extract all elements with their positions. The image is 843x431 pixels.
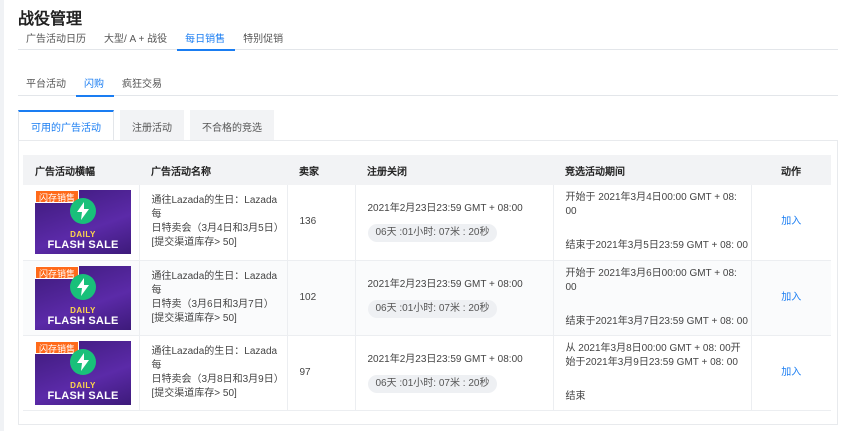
header-sellers: 卖家 xyxy=(287,155,355,185)
campaign-table: 广告活动横幅 广告活动名称 卖家 注册关闭 竞选活动期间 动作 闪存销售 DAI… xyxy=(23,155,831,411)
sub-tab-bar: 平台活动 闪购 疯狂交易 xyxy=(18,70,838,97)
flash-sale-banner: 闪存销售 DAILY FLASH SALE xyxy=(35,190,131,255)
registration-close-time: 2021年2月23日23:59 GMT + 08:00 xyxy=(367,353,523,365)
tab-flash-sale[interactable]: 闪购 xyxy=(76,70,114,97)
tab-registered-campaigns[interactable]: 注册活动 xyxy=(120,110,184,140)
campaign-period-cell: 从 2021年3月8日00:00 GMT + 08: 00开 始于2021年3月… xyxy=(553,335,752,411)
campaign-name-line: 日特卖（3月6日和3月7日） xyxy=(151,298,274,310)
header-registration-close: 注册关闭 xyxy=(355,155,553,185)
header-action: 动作 xyxy=(751,155,831,185)
campaign-name-line: 通往Lazada的生日：Lazada每 xyxy=(151,195,278,221)
flash-sale-banner: 闪存销售 DAILY FLASH SALE xyxy=(35,265,131,330)
tab-available-campaigns[interactable]: 可用的广告活动 xyxy=(18,110,114,140)
banner-cell: 闪存销售 DAILY FLASH SALE xyxy=(23,335,140,411)
campaign-name-line: 通往Lazada的生日：Lazada每 xyxy=(151,345,278,371)
lightning-bolt-icon xyxy=(70,348,96,375)
table-row: 闪存销售 DAILY FLASH SALE 通往Lazada的生日：Lazada… xyxy=(23,335,831,411)
campaign-period-cell: 开始于 2021年3月6日00:00 GMT + 08: 00 结束于2021年… xyxy=(553,260,752,336)
campaign-name-line: 通往Lazada的生日：Lazada每 xyxy=(151,270,278,296)
lightning-bolt-icon xyxy=(70,198,96,225)
action-cell: 加入 xyxy=(751,260,831,336)
join-button[interactable]: 加入 xyxy=(781,367,801,378)
header-campaign-period: 竞选活动期间 xyxy=(553,155,751,185)
tab-platform-activity[interactable]: 平台活动 xyxy=(18,70,76,96)
registration-close-cell: 2021年2月23日23:59 GMT + 08:00 06天 :01小时: 0… xyxy=(355,185,554,261)
tab-daily-sales[interactable]: 每日销售 xyxy=(177,24,236,51)
period-start-cont: 始于2021年3月9日23:59 GMT + 08: 00 xyxy=(565,356,738,368)
registration-close-cell: 2021年2月23日23:59 GMT + 08:00 06天 :01小时: 0… xyxy=(355,335,554,411)
tab-special-promo[interactable]: 特别促销 xyxy=(235,24,293,50)
campaign-name-line: 日特卖会（3月4日和3月5日） xyxy=(151,223,284,235)
join-button[interactable]: 加入 xyxy=(781,292,801,303)
panel-tab-bar: 可用的广告活动 注册活动 不合格的竞选 xyxy=(18,110,274,140)
tab-ad-calendar[interactable]: 广告活动日历 xyxy=(18,24,96,50)
campaign-name-cell: 通往Lazada的生日：Lazada每 日特卖（3月6日和3月7日） [提交渠道… xyxy=(139,260,288,336)
seller-count: 97 xyxy=(287,335,356,411)
tab-mega-campaign[interactable]: 大型/ A + 战役 xyxy=(96,24,177,50)
seller-count: 136 xyxy=(287,185,356,261)
top-tab-bar: 广告活动日历 大型/ A + 战役 每日销售 特别促销 xyxy=(18,24,838,51)
campaign-name-cell: 通往Lazada的生日：Lazada每 日特卖会（3月8日和3月9日） [提交渠… xyxy=(139,335,288,411)
registration-close-cell: 2021年2月23日23:59 GMT + 08:00 06天 :01小时: 0… xyxy=(355,260,554,336)
flash-sale-badge: 闪存销售 xyxy=(35,340,80,354)
countdown-badge: 06天 :01小时: 07米 : 20秒 xyxy=(367,224,498,243)
header-banner: 广告活动横幅 xyxy=(23,155,139,185)
header-name: 广告活动名称 xyxy=(139,155,287,185)
flash-sale-banner: 闪存销售 DAILY FLASH SALE xyxy=(35,340,131,405)
banner-cell: 闪存销售 DAILY FLASH SALE xyxy=(23,185,140,261)
period-start: 从 2021年3月8日00:00 GMT + 08: 00开 xyxy=(565,342,741,354)
lightning-bolt-icon xyxy=(70,273,96,300)
campaign-name-cell: 通往Lazada的生日：Lazada每 日特卖会（3月4日和3月5日） [提交渠… xyxy=(139,185,288,261)
campaign-name-note: [提交渠道库存> 50] xyxy=(151,312,237,324)
campaign-table-panel: 广告活动横幅 广告活动名称 卖家 注册关闭 竞选活动期间 动作 闪存销售 DAI… xyxy=(18,140,838,425)
campaign-name-line: 日特卖会（3月8日和3月9日） xyxy=(151,373,284,385)
period-start: 开始于 2021年3月4日00:00 GMT + 08: xyxy=(565,192,737,204)
tab-crazy-deals[interactable]: 疯狂交易 xyxy=(114,70,172,96)
flash-sale-badge: 闪存销售 xyxy=(35,265,80,279)
period-end: 结束于2021年3月5日23:59 GMT + 08: 00 xyxy=(565,240,748,252)
action-cell: 加入 xyxy=(751,335,831,411)
table-row: 闪存销售 DAILY FLASH SALE 通往Lazada的生日：Lazada… xyxy=(23,185,831,261)
period-start: 开始于 2021年3月6日00:00 GMT + 08: xyxy=(565,267,737,279)
action-cell: 加入 xyxy=(751,185,831,261)
campaign-name-note: [提交渠道库存> 50] xyxy=(151,237,237,249)
banner-flash-sale-text: FLASH SALE xyxy=(47,389,119,402)
period-start-cont: 00 xyxy=(565,206,577,218)
campaign-management-card: 战役管理 广告活动日历 大型/ A + 战役 每日销售 特别促销 平台活动 闪购… xyxy=(4,0,843,431)
banner-flash-sale-text: FLASH SALE xyxy=(47,239,119,252)
seller-count: 102 xyxy=(287,260,356,336)
registration-close-time: 2021年2月23日23:59 GMT + 08:00 xyxy=(367,203,523,215)
registration-close-time: 2021年2月23日23:59 GMT + 08:00 xyxy=(367,278,523,290)
campaign-name-note: [提交渠道库存> 50] xyxy=(151,387,237,399)
period-start-cont: 00 xyxy=(565,281,577,293)
banner-flash-sale-text: FLASH SALE xyxy=(47,314,119,327)
period-end: 结束 xyxy=(565,390,586,402)
campaign-period-cell: 开始于 2021年3月4日00:00 GMT + 08: 00 结束于2021年… xyxy=(553,185,752,261)
countdown-badge: 06天 :01小时: 07米 : 20秒 xyxy=(367,299,498,318)
join-button[interactable]: 加入 xyxy=(781,216,801,227)
banner-cell: 闪存销售 DAILY FLASH SALE xyxy=(23,260,140,336)
table-header-row: 广告活动横幅 广告活动名称 卖家 注册关闭 竞选活动期间 动作 xyxy=(23,155,831,185)
tab-ineligible-campaigns[interactable]: 不合格的竞选 xyxy=(190,110,274,140)
countdown-badge: 06天 :01小时: 07米 : 20秒 xyxy=(367,374,498,393)
table-row: 闪存销售 DAILY FLASH SALE 通往Lazada的生日：Lazada… xyxy=(23,260,831,336)
period-end: 结束于2021年3月7日23:59 GMT + 08: 00 xyxy=(565,315,748,327)
